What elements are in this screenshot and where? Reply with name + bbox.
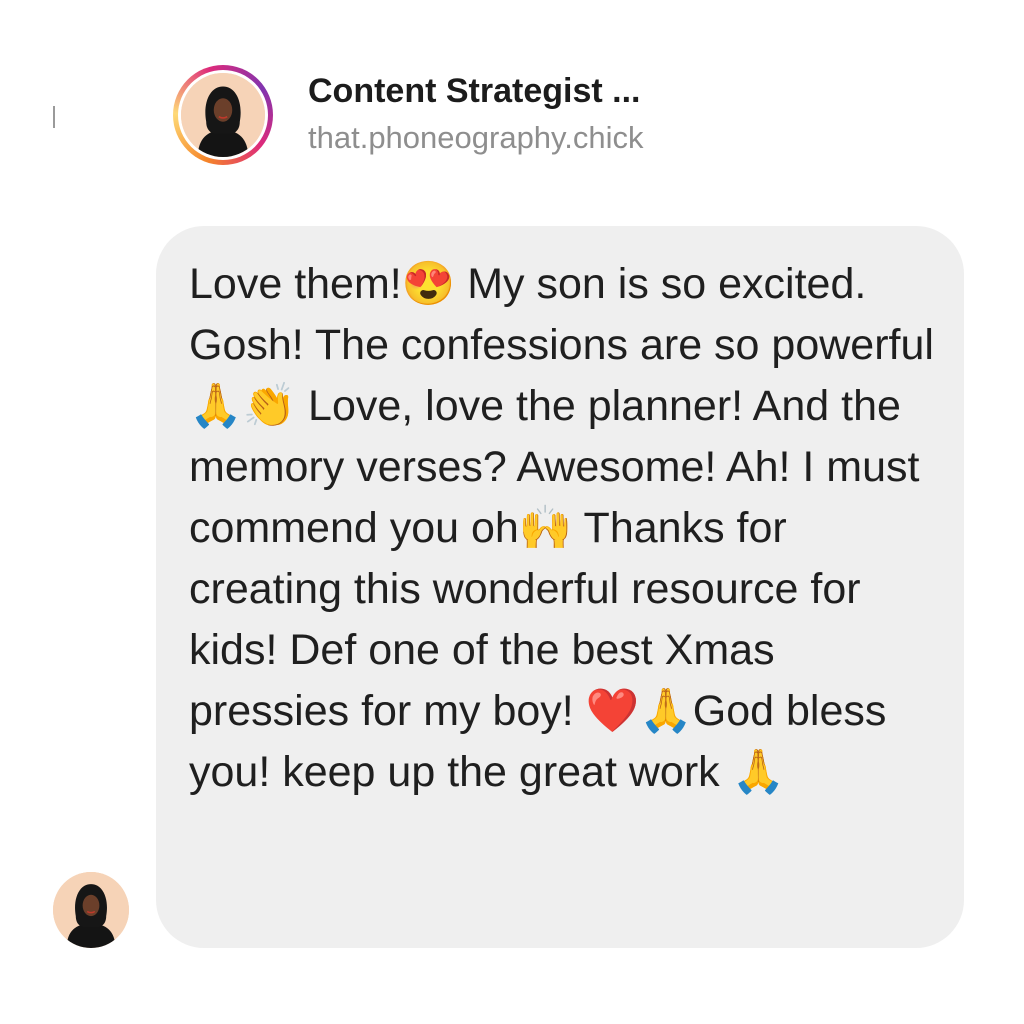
- conversation-header[interactable]: Content Strategist ... that.phoneography…: [308, 70, 644, 158]
- profile-avatar-icon: [181, 73, 265, 157]
- sender-avatar-icon[interactable]: [53, 872, 129, 948]
- message-text: Love them!😍 My son is so excited. Gosh! …: [189, 260, 946, 796]
- edge-divider: [53, 106, 55, 128]
- dm-message-screen: Content Strategist ... that.phoneography…: [0, 0, 1024, 1024]
- story-ring-avatar[interactable]: [173, 65, 273, 165]
- person-silhouette-icon: [181, 73, 265, 157]
- username: that.phoneography.chick: [308, 120, 644, 155]
- display-name: Content Strategist ...: [308, 72, 641, 110]
- avatar-gap: [178, 70, 268, 160]
- person-silhouette-icon: [53, 872, 129, 948]
- message-bubble[interactable]: Love them!😍 My son is so excited. Gosh! …: [156, 226, 964, 948]
